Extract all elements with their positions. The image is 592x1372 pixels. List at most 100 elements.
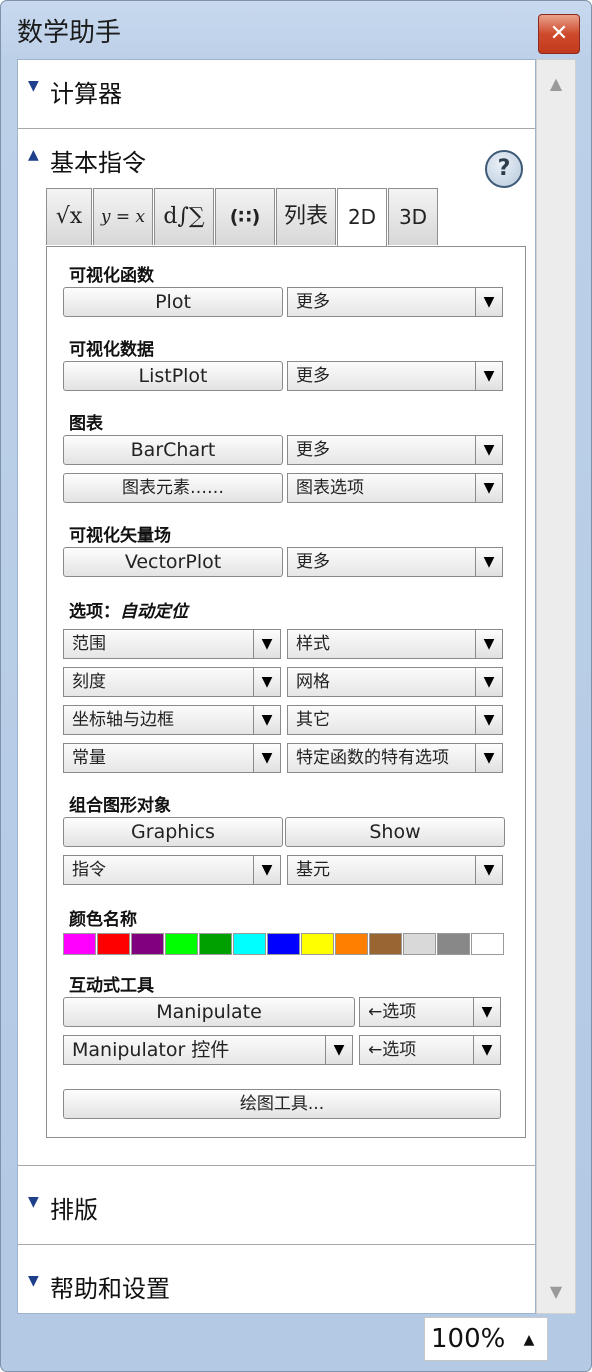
dropdown-arrow-icon[interactable]: ▼ (475, 436, 502, 464)
window-title: 数学助手 (17, 18, 122, 48)
dropdown-arrow-icon[interactable]: ▼ (475, 474, 502, 502)
collapse-triangle-icon[interactable]: ▲ (28, 147, 39, 163)
color-swatch[interactable] (301, 933, 334, 955)
expand-triangle-icon[interactable]: ▼ (28, 78, 39, 94)
dropdown-arrow-icon[interactable]: ▼ (475, 856, 502, 884)
graphics-button[interactable]: Graphics (63, 817, 283, 847)
dropdown-arrow-icon[interactable]: ▼ (253, 668, 280, 696)
dropdown-arrow-icon[interactable]: ▼ (475, 706, 502, 734)
tab-sqrt[interactable]: √x (46, 188, 92, 245)
primitives-dropdown[interactable]: 基元 ▼ (287, 855, 503, 885)
expand-triangle-icon[interactable]: ▼ (28, 1273, 39, 1289)
dropdown-value: 常量 (72, 748, 106, 768)
tab-equation[interactable]: y = x (93, 188, 153, 245)
directives-dropdown[interactable]: 指令 ▼ (63, 855, 281, 885)
color-swatch[interactable] (335, 933, 368, 955)
color-swatch[interactable] (131, 933, 164, 955)
chart-elements-button[interactable]: 图表元素…… (63, 473, 283, 503)
tab-matrix[interactable]: (∷) (215, 188, 275, 245)
section-calculator-label[interactable]: 计算器 (50, 74, 122, 109)
dropdown-value: 图表选项 (296, 478, 364, 498)
grid-dropdown[interactable]: 网格 ▼ (287, 667, 503, 697)
listplot-button[interactable]: ListPlot (63, 361, 283, 391)
color-swatch[interactable] (233, 933, 266, 955)
function-specific-dropdown[interactable]: 特定函数的特有选项 ▼ (287, 743, 503, 773)
zoom-control[interactable]: 100% ▲ (424, 1317, 548, 1361)
color-swatch[interactable] (437, 933, 470, 955)
assistant-window: 数学助手 ✕ ▼ 计算器 ▲ 基本指令 ? √x y = x d∫∑ (∷) 列… (0, 0, 592, 1372)
tab-calculus[interactable]: d∫∑ (154, 188, 214, 245)
plot-more-dropdown[interactable]: 更多 ▼ (287, 287, 503, 317)
section-calculator[interactable]: ▼ 计算器 (18, 60, 535, 129)
section-basic-label[interactable]: 基本指令 (50, 143, 146, 178)
color-swatch[interactable] (165, 933, 198, 955)
barchart-button[interactable]: BarChart (63, 435, 283, 465)
tab-2d[interactable]: 2D (337, 188, 387, 249)
plot-button[interactable]: Plot (63, 287, 283, 317)
dropdown-value: ←选项 (368, 1002, 417, 1022)
manipulator-controls-dropdown[interactable]: Manipulator 控件 ▼ (63, 1035, 353, 1065)
color-swatch[interactable] (403, 933, 436, 955)
section-help-label[interactable]: 帮助和设置 (50, 1269, 170, 1304)
color-swatch[interactable] (63, 933, 96, 955)
scroll-up-icon[interactable]: ▲ (537, 74, 575, 93)
dropdown-arrow-icon[interactable]: ▼ (253, 744, 280, 772)
dropdown-arrow-icon[interactable]: ▼ (253, 856, 280, 884)
dropdown-arrow-icon[interactable]: ▼ (475, 630, 502, 658)
dropdown-value: 更多 (296, 292, 330, 312)
manipulate-button[interactable]: Manipulate (63, 997, 355, 1027)
heading-options: 选项：自动定位 (69, 597, 188, 622)
dropdown-arrow-icon[interactable]: ▼ (475, 288, 502, 316)
vertical-scrollbar[interactable]: ▲ ▼ (536, 59, 576, 1314)
dropdown-value: 范围 (72, 634, 106, 654)
section-help-settings[interactable]: ▼ 帮助和设置 (18, 1245, 535, 1311)
axes-frame-dropdown[interactable]: 坐标轴与边框 ▼ (63, 705, 281, 735)
drawing-tools-button[interactable]: 绘图工具... (63, 1089, 501, 1119)
options-label: 选项： (69, 602, 120, 622)
dropdown-value: 指令 (72, 860, 106, 880)
color-swatch[interactable] (471, 933, 504, 955)
range-dropdown[interactable]: 范围 ▼ (63, 629, 281, 659)
dropdown-value: 更多 (296, 366, 330, 386)
color-swatch[interactable] (97, 933, 130, 955)
dropdown-arrow-icon[interactable]: ▼ (475, 744, 502, 772)
palette-panel: ▼ 计算器 ▲ 基本指令 ? √x y = x d∫∑ (∷) 列表 2D 3D… (17, 59, 536, 1314)
style-dropdown[interactable]: 样式 ▼ (287, 629, 503, 659)
section-typesetting-label[interactable]: 排版 (50, 1190, 98, 1225)
dropdown-arrow-icon[interactable]: ▼ (325, 1036, 352, 1064)
chart-options-dropdown[interactable]: 图表选项 ▼ (287, 473, 503, 503)
color-swatches (63, 933, 504, 955)
dropdown-arrow-icon[interactable]: ▼ (253, 706, 280, 734)
close-button[interactable]: ✕ (538, 14, 580, 54)
zoom-arrow-icon[interactable]: ▲ (524, 1332, 535, 1348)
heading-charts: 图表 (69, 414, 103, 434)
dropdown-arrow-icon[interactable]: ▼ (475, 362, 502, 390)
dropdown-arrow-icon[interactable]: ▼ (473, 998, 500, 1026)
barchart-more-dropdown[interactable]: 更多 ▼ (287, 435, 503, 465)
heading-interactive-tools: 互动式工具 (69, 976, 154, 996)
scroll-down-icon[interactable]: ▼ (537, 1282, 575, 1301)
dropdown-value: Manipulator 控件 (72, 1039, 230, 1061)
dropdown-arrow-icon[interactable]: ▼ (253, 630, 280, 658)
constants-dropdown[interactable]: 常量 ▼ (63, 743, 281, 773)
show-button[interactable]: Show (285, 817, 505, 847)
dropdown-arrow-icon[interactable]: ▼ (475, 668, 502, 696)
dropdown-value: 其它 (296, 710, 330, 730)
color-swatch[interactable] (369, 933, 402, 955)
vectorplot-more-dropdown[interactable]: 更多 ▼ (287, 547, 503, 577)
section-typesetting[interactable]: ▼ 排版 (18, 1166, 535, 1245)
manipulate-options-dropdown[interactable]: ←选项 ▼ (359, 997, 501, 1027)
expand-triangle-icon[interactable]: ▼ (28, 1194, 39, 1210)
help-icon[interactable]: ? (485, 150, 523, 188)
ticks-dropdown[interactable]: 刻度 ▼ (63, 667, 281, 697)
tab-3d[interactable]: 3D (388, 188, 438, 245)
other-dropdown[interactable]: 其它 ▼ (287, 705, 503, 735)
manipulator-options-dropdown[interactable]: ←选项 ▼ (359, 1035, 501, 1065)
color-swatch[interactable] (199, 933, 232, 955)
dropdown-arrow-icon[interactable]: ▼ (473, 1036, 500, 1064)
vectorplot-button[interactable]: VectorPlot (63, 547, 283, 577)
tab-lists[interactable]: 列表 (276, 188, 336, 245)
dropdown-arrow-icon[interactable]: ▼ (475, 548, 502, 576)
listplot-more-dropdown[interactable]: 更多 ▼ (287, 361, 503, 391)
color-swatch[interactable] (267, 933, 300, 955)
